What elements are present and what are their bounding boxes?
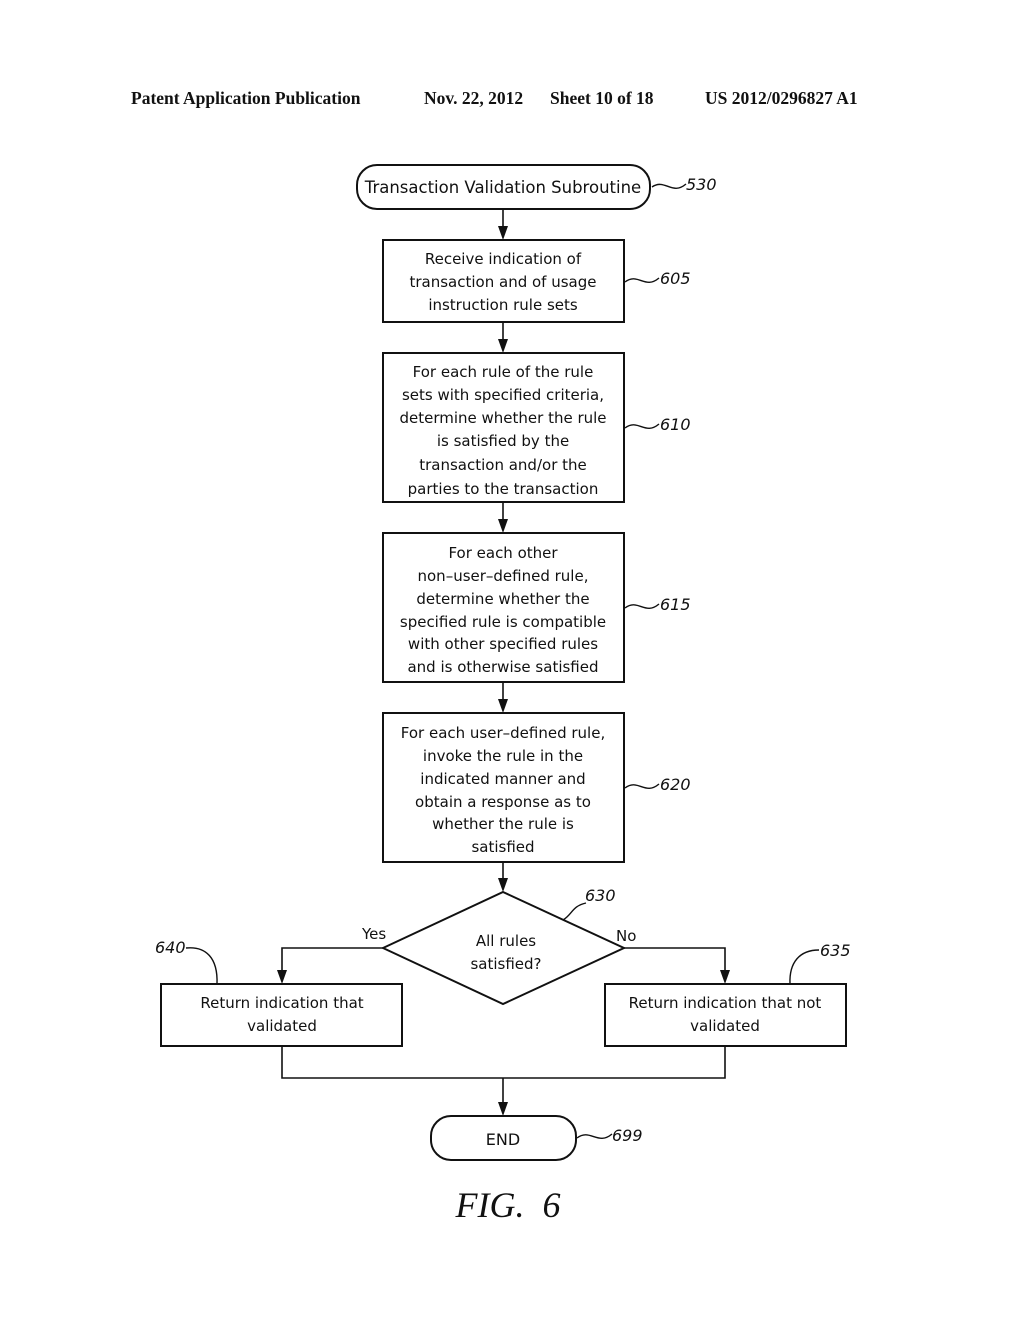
no-label: No xyxy=(616,927,636,945)
end-terminator: END 699 xyxy=(430,1115,643,1161)
ref-leader xyxy=(624,603,660,609)
ref-640: 640 xyxy=(155,938,186,957)
start-label: Transaction Validation Subroutine xyxy=(364,178,641,197)
connector-merge xyxy=(281,1046,726,1079)
decision-line: All rules xyxy=(476,932,536,950)
ref-leader xyxy=(624,423,660,429)
step-615-line: For each other xyxy=(448,544,558,562)
step-610-line: determine whether the rule xyxy=(399,409,606,427)
ref-530: 530 xyxy=(686,175,717,194)
step-605: Receive indication of transaction and of… xyxy=(382,239,691,323)
ref-620: 620 xyxy=(660,775,691,794)
result-640-line: Return indication that xyxy=(200,994,363,1012)
figure-label: FIG. 6 xyxy=(455,1185,561,1225)
step-610-line: is satisfied by the xyxy=(437,432,569,450)
step-620: For each user–defined rule, invoke the r… xyxy=(382,712,691,863)
result-640-line: validated xyxy=(247,1017,317,1035)
step-605-line: Receive indication of xyxy=(425,250,582,268)
ref-630: 630 xyxy=(585,886,616,905)
yes-label: Yes xyxy=(361,925,386,943)
end-label: END xyxy=(486,1130,520,1149)
result-not-validated-635: Return indication that not validated 635 xyxy=(604,941,851,1047)
step-605-line: transaction and of usage xyxy=(410,273,597,291)
result-635-line: validated xyxy=(690,1017,760,1035)
step-620-line: invoke the rule in the xyxy=(423,747,583,765)
step-615-line: and is otherwise satisfied xyxy=(407,658,598,676)
ref-leader xyxy=(562,902,587,921)
step-615-line: determine whether the xyxy=(416,590,589,608)
result-validated-640: Return indication that validated 640 xyxy=(155,938,403,1047)
start-terminator: Transaction Validation Subroutine 530 xyxy=(356,164,717,210)
ref-610: 610 xyxy=(660,415,691,434)
step-610-line: sets with specified criteria, xyxy=(402,386,604,404)
step-615-line: non–user–defined rule, xyxy=(418,567,589,585)
arrowhead xyxy=(720,970,730,984)
decision-line: satisfied? xyxy=(470,955,541,973)
ref-leader xyxy=(185,947,218,985)
result-635-line: Return indication that not xyxy=(629,994,822,1012)
ref-leader xyxy=(576,1133,613,1139)
ref-leader xyxy=(789,949,820,985)
step-610-line: transaction and/or the xyxy=(419,456,587,474)
step-620-line: whether the rule is xyxy=(432,815,574,833)
arrowhead xyxy=(498,519,508,533)
ref-leader xyxy=(651,183,687,189)
ref-605: 605 xyxy=(660,269,691,288)
step-605-line: instruction rule sets xyxy=(428,296,578,314)
arrowhead xyxy=(498,226,508,240)
step-610-line: parties to the transaction xyxy=(408,480,599,498)
ref-leader xyxy=(624,277,660,283)
step-620-line: For each user–defined rule, xyxy=(401,724,605,742)
step-615-line: specified rule is compatible xyxy=(400,613,606,631)
ref-leader xyxy=(624,783,660,789)
ref-699: 699 xyxy=(612,1126,643,1145)
step-620-line: satisfied xyxy=(471,838,534,856)
step-610-line: For each rule of the rule xyxy=(413,363,594,381)
arrowhead xyxy=(498,1102,508,1116)
arrowhead xyxy=(498,339,508,353)
arrowhead xyxy=(498,699,508,713)
step-615: For each other non–user–defined rule, de… xyxy=(382,532,691,683)
connector-no xyxy=(624,947,726,972)
flowchart: Transaction Validation Subroutine 530 Re… xyxy=(155,164,851,1225)
arrowhead xyxy=(277,970,287,984)
arrowhead xyxy=(498,878,508,892)
step-620-line: obtain a response as to xyxy=(415,793,591,811)
step-615-line: with other specified rules xyxy=(408,635,598,653)
step-620-line: indicated manner and xyxy=(420,770,585,788)
ref-615: 615 xyxy=(660,595,691,614)
step-610: For each rule of the rule sets with spec… xyxy=(382,352,691,503)
connector-yes xyxy=(281,947,383,972)
ref-635: 635 xyxy=(820,941,851,960)
